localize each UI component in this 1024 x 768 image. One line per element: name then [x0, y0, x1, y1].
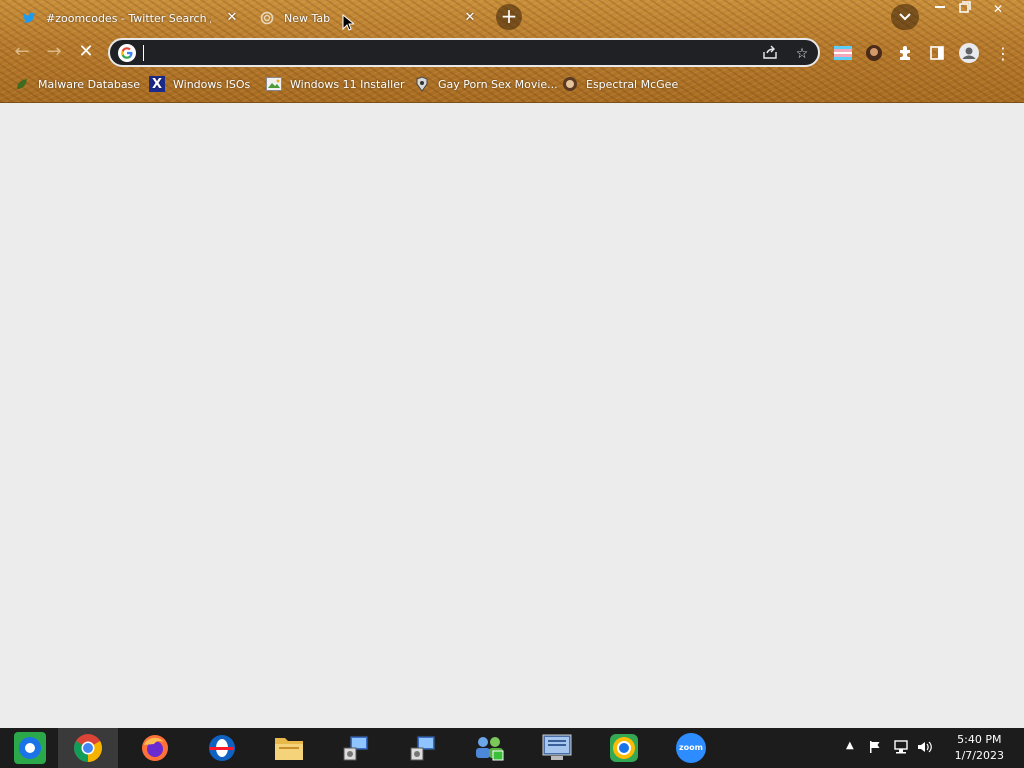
bookmark-label: Windows ISOs: [173, 77, 251, 91]
side-panel-icon[interactable]: [926, 42, 948, 64]
tab-new-tab[interactable]: New Tab ✕: [260, 4, 480, 32]
x-logo-icon: X: [149, 76, 165, 92]
tab-twitter[interactable]: #zoomcodes - Twitter Search / Twitter ✕: [22, 4, 240, 32]
taskbar-network[interactable]: [460, 728, 520, 768]
chevron-down-icon: [899, 13, 911, 21]
zoom-icon: zoom: [676, 733, 706, 763]
clock-date: 1/7/2023: [954, 749, 1004, 762]
taskbar-file-explorer[interactable]: [259, 728, 319, 768]
tab-title: New Tab: [284, 11, 331, 25]
mouse-cursor: [342, 14, 354, 31]
system-clock[interactable]: 5:40 PM 1/7/2023: [955, 732, 1004, 764]
address-input[interactable]: [142, 43, 742, 63]
bookmark-label: Espectral McGee: [586, 77, 679, 91]
bookmark-label: Gay Porn Sex Movie...: [438, 77, 558, 91]
bookmark-movie[interactable]: Gay Porn Sex Movie...: [414, 75, 558, 93]
share-icon[interactable]: [760, 44, 780, 64]
action-center-flag-icon[interactable]: [868, 740, 882, 757]
taskbar-chrome[interactable]: [58, 728, 118, 768]
bookmark-label: Malware Database: [38, 77, 141, 91]
bookmark-espectral-mcgee[interactable]: Espectral McGee: [562, 75, 678, 93]
tab-close-icon[interactable]: ✕: [224, 10, 240, 26]
back-button[interactable]: ←: [10, 40, 34, 64]
avatar-icon: [562, 76, 578, 92]
bookmark-star-icon[interactable]: ☆: [792, 44, 812, 64]
restore-button[interactable]: [953, 0, 977, 18]
address-bar[interactable]: ☆: [108, 38, 820, 67]
stop-loading-button[interactable]: ✕: [74, 40, 98, 64]
close-window-button[interactable]: ✕: [986, 0, 1010, 18]
bookmark-label: Windows 11 Installer: [290, 77, 405, 91]
tab-close-icon[interactable]: ✕: [462, 10, 478, 26]
network-tray-icon[interactable]: [893, 740, 909, 757]
taskbar-chrome-alt[interactable]: [594, 728, 654, 768]
installer-icon: [410, 735, 436, 761]
taskbar: zoom ▲ 5:40 PM 1/7/2023: [0, 728, 1024, 768]
image-icon: [266, 76, 282, 92]
network-icon: [476, 737, 504, 761]
folder-icon: [275, 738, 303, 760]
bookmark-windows-isos[interactable]: X Windows ISOs: [149, 75, 250, 93]
browser-frame: #zoomcodes - Twitter Search / Twitter ✕ …: [0, 0, 1024, 103]
extensions-puzzle-icon[interactable]: [894, 42, 916, 64]
game-icon: [414, 76, 430, 92]
taskbar-installer-2[interactable]: [393, 728, 453, 768]
taskbar-installer-1[interactable]: [326, 728, 386, 768]
volume-icon[interactable]: [917, 740, 933, 757]
bookmark-windows-11-installer[interactable]: Windows 11 Installer: [266, 75, 405, 93]
taskbar-display[interactable]: [527, 728, 587, 768]
tab-search-button[interactable]: [891, 4, 919, 30]
opera-icon: [209, 735, 235, 761]
installer-icon: [343, 735, 369, 761]
extension-avatar-icon[interactable]: [863, 42, 885, 64]
page-content: [0, 103, 1024, 728]
tab-title: #zoomcodes - Twitter Search / Twitter: [46, 11, 211, 25]
spinner-icon: [260, 11, 274, 25]
new-tab-button[interactable]: +: [496, 4, 522, 30]
extension-flag-icon[interactable]: [832, 42, 854, 64]
text-caret: [143, 45, 144, 61]
taskbar-opera[interactable]: [192, 728, 252, 768]
taskbar-zoom[interactable]: zoom: [661, 728, 721, 768]
browser-icon: [610, 734, 638, 762]
chrome-menu-icon[interactable]: ⋮: [992, 42, 1014, 64]
firefox-icon: [142, 735, 168, 761]
leaf-icon: [14, 76, 30, 92]
start-button[interactable]: [0, 728, 60, 768]
forward-button[interactable]: →: [42, 40, 66, 64]
tray-overflow-icon[interactable]: ▲: [846, 740, 854, 751]
twitter-bird-icon: [22, 11, 36, 25]
monitor-icon: [542, 734, 572, 760]
clock-time: 5:40 PM: [957, 733, 1002, 746]
google-icon: [118, 44, 136, 62]
minimize-button[interactable]: [928, 0, 952, 18]
taskbar-firefox[interactable]: [125, 728, 185, 768]
bookmark-malware-database[interactable]: Malware Database: [14, 75, 140, 93]
profile-avatar-icon[interactable]: [958, 42, 980, 64]
chrome-icon: [74, 734, 102, 762]
